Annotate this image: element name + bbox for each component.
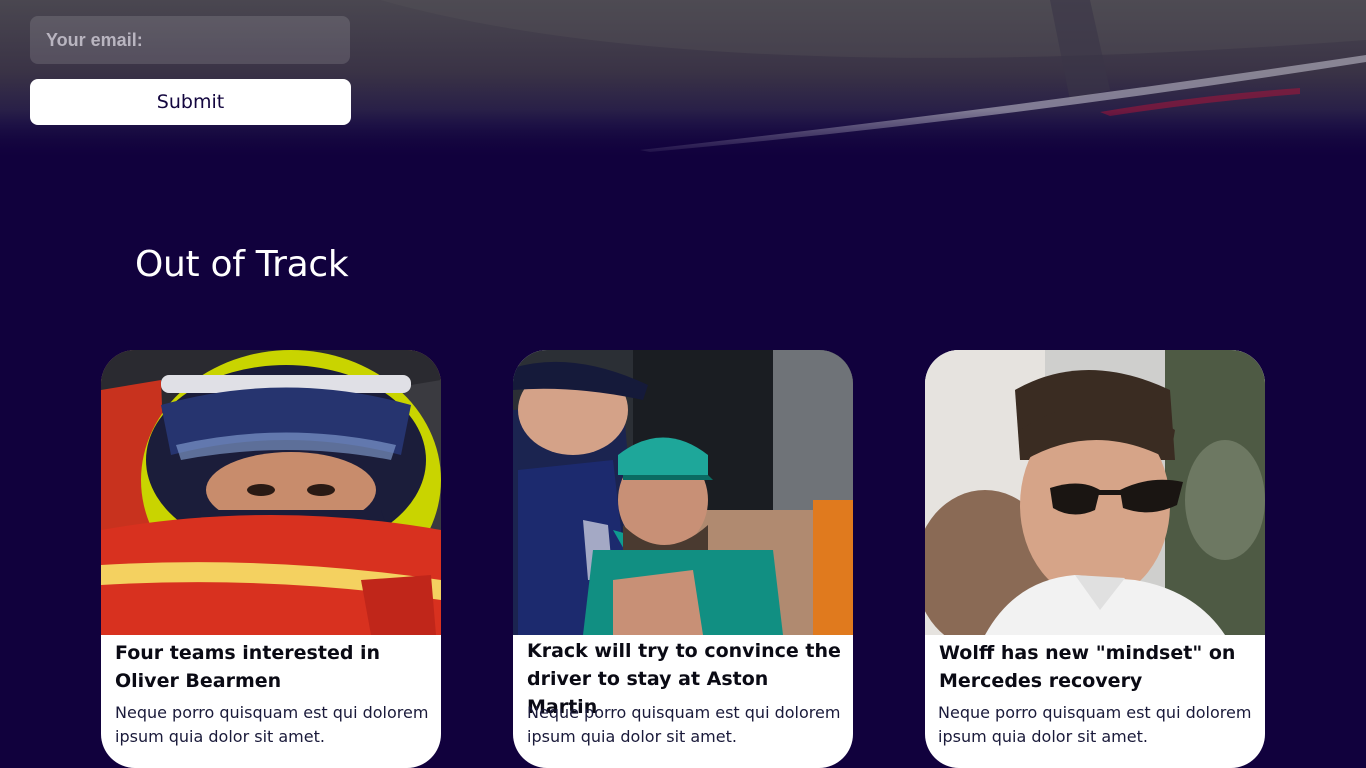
news-card[interactable]: Wolff has new "mindset" on Mercedes reco… <box>925 350 1265 768</box>
card-image <box>925 350 1265 635</box>
team-principal-sunglasses-photo <box>925 350 1265 635</box>
section-title: Out of Track <box>135 244 349 285</box>
driver-helmet-photo <box>101 350 441 635</box>
news-card[interactable]: Krack will try to convince the driver to… <box>513 350 853 768</box>
card-text: Neque porro quisquam est qui dolorem ips… <box>527 703 841 746</box>
news-card[interactable]: Four teams interested in Oliver Bearmen … <box>101 350 441 768</box>
card-image <box>513 350 853 635</box>
email-input[interactable] <box>30 16 350 64</box>
card-image <box>101 350 441 635</box>
card-text: Neque porro quisquam est qui dolorem ips… <box>115 703 429 746</box>
submit-button[interactable]: Submit <box>30 79 351 125</box>
card-title: Wolff has new "mindset" on Mercedes reco… <box>939 642 1236 692</box>
card-text: Neque porro quisquam est qui dolorem ips… <box>938 703 1252 746</box>
drivers-paddock-photo <box>513 350 853 635</box>
card-title: Four teams interested in Oliver Bearmen <box>115 642 381 692</box>
